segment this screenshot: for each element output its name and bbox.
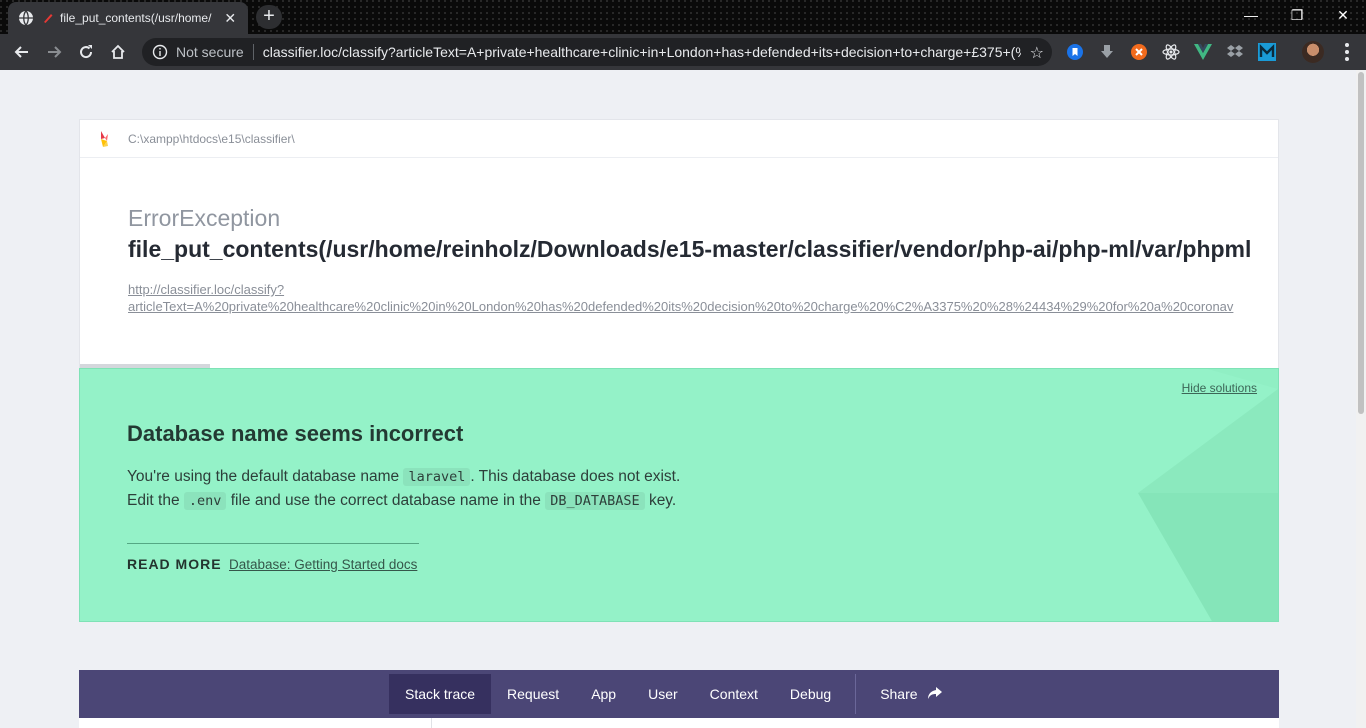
solution-description: You're using the default database name l… [127, 465, 680, 513]
exception-class: ErrorException [128, 205, 281, 231]
tab-context[interactable]: Context [694, 674, 774, 714]
browser-tab-strip: file_put_contents(/usr/home/reinholz ✕ +… [0, 0, 1366, 34]
tab-app[interactable]: App [575, 674, 632, 714]
request-url-line-2[interactable]: articleText=A%20private%20healthcare%20c… [128, 298, 1233, 315]
pen-favicon-icon [44, 14, 53, 23]
solution-line2-prefix: Edit the [127, 492, 180, 509]
tab-close-icon[interactable]: ✕ [222, 10, 238, 27]
solution-title: Database name seems incorrect [127, 421, 464, 446]
react-devtools-icon[interactable] [1162, 43, 1180, 61]
solution-line2-middle: file and use the correct database name i… [230, 492, 541, 509]
orange-extension-icon[interactable] [1130, 43, 1148, 61]
ignition-logo-icon [101, 130, 108, 147]
solution-line1-suffix: . This database does not exist. [470, 468, 681, 485]
hide-solutions-link[interactable]: Hide solutions [1182, 381, 1257, 395]
env-file-code: .env [183, 492, 227, 510]
m-extension-icon[interactable] [1258, 43, 1276, 61]
info-icon[interactable] [152, 44, 168, 60]
address-separator [252, 44, 254, 60]
request-url-link[interactable]: http://classifier.loc/classify? articleT… [128, 281, 1233, 315]
exception-card-header: C:\xampp\htdocs\e15\classifier\ [80, 120, 1278, 158]
reload-icon[interactable] [74, 40, 98, 64]
restore-button[interactable]: ❐ [1274, 0, 1320, 30]
url-text[interactable]: classifier.loc/classify?articleText=A+pr… [263, 44, 1021, 60]
read-more-label: READ MORE [127, 556, 222, 572]
tab-stack-trace[interactable]: Stack trace [389, 674, 492, 714]
browser-tab[interactable]: file_put_contents(/usr/home/reinholz ✕ [8, 2, 248, 34]
decorative-shapes [1138, 369, 1278, 621]
tab-user[interactable]: User [632, 674, 694, 714]
globe-icon [19, 10, 33, 26]
forward-icon[interactable] [42, 40, 66, 64]
browser-toolbar: Not secure classifier.loc/classify?artic… [0, 34, 1366, 70]
minimize-button[interactable]: — [1228, 0, 1274, 30]
db-database-key-code: DB_DATABASE [545, 492, 645, 510]
browser-menu-icon[interactable] [1338, 40, 1356, 64]
solution-line1-prefix: You're using the default database name [127, 468, 400, 485]
share-button[interactable]: Share [864, 674, 959, 714]
address-bar[interactable]: Not secure classifier.loc/classify?artic… [142, 38, 1052, 66]
db-name-code: laravel [403, 468, 471, 486]
new-tab-button[interactable]: + [256, 5, 282, 29]
bookmark-extension-icon[interactable] [1066, 43, 1084, 61]
error-tabs-bar: Stack trace Request App User Context Deb… [79, 670, 1279, 718]
download-extension-icon[interactable] [1098, 43, 1116, 61]
close-window-button[interactable]: ✕ [1320, 0, 1366, 30]
share-arrow-icon [928, 687, 943, 699]
bookmark-star-icon[interactable]: ☆ [1030, 43, 1044, 63]
tab-debug[interactable]: Debug [774, 674, 847, 714]
dropbox-icon[interactable] [1226, 43, 1244, 61]
tabs-divider [855, 674, 857, 714]
solution-line2-suffix: key. [648, 492, 677, 509]
exception-card: C:\xampp\htdocs\e15\classifier\ ErrorExc… [79, 119, 1279, 369]
stack-trace-panel [79, 718, 1279, 728]
scrollbar-thumb[interactable] [1358, 72, 1364, 414]
share-label[interactable]: Share [880, 686, 917, 702]
database-docs-link[interactable]: Database: Getting Started docs [229, 557, 417, 572]
back-icon[interactable] [10, 40, 34, 64]
read-more-divider [127, 543, 419, 544]
tab-title: file_put_contents(/usr/home/reinholz [60, 11, 212, 25]
vue-devtools-icon[interactable] [1194, 43, 1212, 61]
stack-trace-divider [431, 718, 432, 728]
project-path: C:\xampp\htdocs\e15\classifier\ [128, 131, 295, 146]
tab-request[interactable]: Request [491, 674, 575, 714]
profile-avatar[interactable] [1302, 41, 1324, 63]
not-secure-label[interactable]: Not secure [176, 44, 244, 60]
solution-panel: Hide solutions Database name seems incor… [79, 368, 1279, 622]
home-icon[interactable] [106, 40, 130, 64]
page-scrollbar[interactable] [1356, 70, 1366, 728]
request-url-line-1[interactable]: http://classifier.loc/classify? [128, 281, 1233, 298]
exception-message: file_put_contents(/usr/home/reinholz/Dow… [128, 236, 1252, 262]
